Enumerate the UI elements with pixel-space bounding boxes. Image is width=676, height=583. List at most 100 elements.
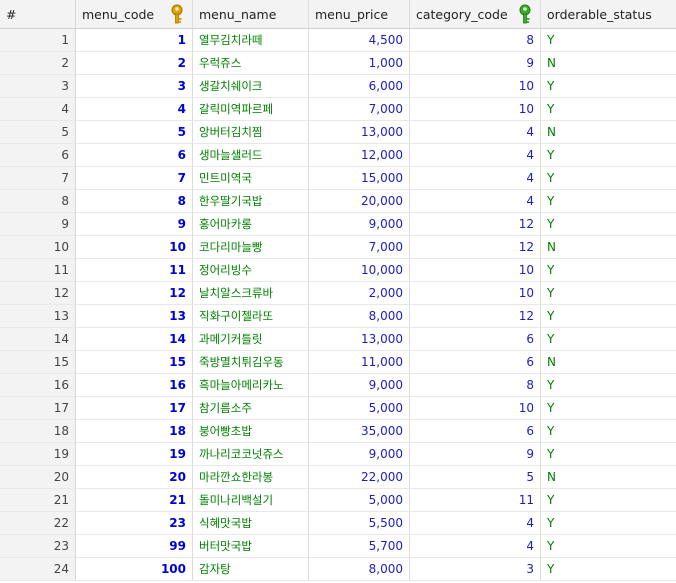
- orderable-status-cell[interactable]: N: [541, 351, 676, 374]
- menu-price-cell[interactable]: 22,000: [309, 466, 410, 489]
- row-number[interactable]: 2: [0, 52, 76, 75]
- category-code-cell[interactable]: 10: [410, 282, 541, 305]
- orderable-status-cell[interactable]: Y: [541, 144, 676, 167]
- menu-code-cell[interactable]: 100: [76, 558, 193, 581]
- menu-code-cell[interactable]: 14: [76, 328, 193, 351]
- menu-price-cell[interactable]: 5,000: [309, 397, 410, 420]
- table-row[interactable]: 11 11 정어리빙수 10,000 10 Y: [0, 259, 676, 282]
- row-number[interactable]: 5: [0, 121, 76, 144]
- row-number[interactable]: 11: [0, 259, 76, 282]
- row-number[interactable]: 21: [0, 489, 76, 512]
- menu-price-cell[interactable]: 12,000: [309, 144, 410, 167]
- orderable-status-cell[interactable]: Y: [541, 213, 676, 236]
- row-number[interactable]: 6: [0, 144, 76, 167]
- menu-price-cell[interactable]: 13,000: [309, 328, 410, 351]
- menu-name-cell[interactable]: 우럭쥬스: [193, 52, 309, 75]
- category-code-cell[interactable]: 8: [410, 29, 541, 52]
- menu-name-cell[interactable]: 흑마늘아메리카노: [193, 374, 309, 397]
- row-number[interactable]: 7: [0, 167, 76, 190]
- menu-name-cell[interactable]: 죽방멸치튀김우동: [193, 351, 309, 374]
- result-grid[interactable]: # menu_code menu_name menu_price categor…: [0, 0, 676, 583]
- category-code-cell[interactable]: 4: [410, 190, 541, 213]
- table-row[interactable]: 16 16 흑마늘아메리카노 9,000 8 Y: [0, 374, 676, 397]
- orderable-status-cell[interactable]: N: [541, 236, 676, 259]
- orderable-status-cell[interactable]: Y: [541, 29, 676, 52]
- category-code-cell[interactable]: 6: [410, 420, 541, 443]
- menu-code-cell[interactable]: 21: [76, 489, 193, 512]
- menu-price-cell[interactable]: 15,000: [309, 167, 410, 190]
- menu-name-cell[interactable]: 붕어빵초밥: [193, 420, 309, 443]
- row-number[interactable]: 20: [0, 466, 76, 489]
- header-category-code[interactable]: category_code: [410, 0, 541, 28]
- table-row[interactable]: 23 99 버터맛국밥 5,700 4 Y: [0, 535, 676, 558]
- category-code-cell[interactable]: 4: [410, 167, 541, 190]
- table-row[interactable]: 5 5 앙버터김치찜 13,000 4 N: [0, 121, 676, 144]
- row-number[interactable]: 23: [0, 535, 76, 558]
- row-number[interactable]: 1: [0, 29, 76, 52]
- orderable-status-cell[interactable]: N: [541, 466, 676, 489]
- row-number[interactable]: 14: [0, 328, 76, 351]
- orderable-status-cell[interactable]: Y: [541, 512, 676, 535]
- category-code-cell[interactable]: 12: [410, 213, 541, 236]
- menu-price-cell[interactable]: 11,000: [309, 351, 410, 374]
- category-code-cell[interactable]: 6: [410, 328, 541, 351]
- menu-code-cell[interactable]: 8: [76, 190, 193, 213]
- category-code-cell[interactable]: 10: [410, 98, 541, 121]
- menu-price-cell[interactable]: 5,700: [309, 535, 410, 558]
- row-number[interactable]: 24: [0, 558, 76, 581]
- table-row[interactable]: 6 6 생마늘샐러드 12,000 4 Y: [0, 144, 676, 167]
- menu-name-cell[interactable]: 감자탕: [193, 558, 309, 581]
- menu-price-cell[interactable]: 7,000: [309, 98, 410, 121]
- category-code-cell[interactable]: 8: [410, 374, 541, 397]
- menu-name-cell[interactable]: 날치알스크류바: [193, 282, 309, 305]
- orderable-status-cell[interactable]: N: [541, 52, 676, 75]
- menu-code-cell[interactable]: 5: [76, 121, 193, 144]
- orderable-status-cell[interactable]: Y: [541, 282, 676, 305]
- menu-name-cell[interactable]: 과메기커틀릿: [193, 328, 309, 351]
- menu-name-cell[interactable]: 민트미역국: [193, 167, 309, 190]
- menu-name-cell[interactable]: 돌미나리백설기: [193, 489, 309, 512]
- menu-price-cell[interactable]: 9,000: [309, 374, 410, 397]
- category-code-cell[interactable]: 12: [410, 305, 541, 328]
- header-menu-code[interactable]: menu_code: [76, 0, 193, 28]
- orderable-status-cell[interactable]: Y: [541, 190, 676, 213]
- category-code-cell[interactable]: 6: [410, 351, 541, 374]
- menu-code-cell[interactable]: 2: [76, 52, 193, 75]
- table-row[interactable]: 1 1 열무김치라떼 4,500 8 Y: [0, 29, 676, 52]
- orderable-status-cell[interactable]: Y: [541, 328, 676, 351]
- category-code-cell[interactable]: 12: [410, 236, 541, 259]
- menu-code-cell[interactable]: 7: [76, 167, 193, 190]
- menu-code-cell[interactable]: 6: [76, 144, 193, 167]
- row-number[interactable]: 10: [0, 236, 76, 259]
- menu-name-cell[interactable]: 버터맛국밥: [193, 535, 309, 558]
- menu-name-cell[interactable]: 앙버터김치찜: [193, 121, 309, 144]
- menu-code-cell[interactable]: 16: [76, 374, 193, 397]
- menu-name-cell[interactable]: 직화구이젤라또: [193, 305, 309, 328]
- orderable-status-cell[interactable]: Y: [541, 443, 676, 466]
- menu-code-cell[interactable]: 18: [76, 420, 193, 443]
- menu-name-cell[interactable]: 참기름소주: [193, 397, 309, 420]
- menu-price-cell[interactable]: 5,500: [309, 512, 410, 535]
- row-number[interactable]: 12: [0, 282, 76, 305]
- table-row[interactable]: 24 100 감자탕 8,000 3 Y: [0, 558, 676, 581]
- row-number[interactable]: 17: [0, 397, 76, 420]
- table-row[interactable]: 20 20 마라깐쇼한라봉 22,000 5 N: [0, 466, 676, 489]
- menu-code-cell[interactable]: 11: [76, 259, 193, 282]
- menu-code-cell[interactable]: 20: [76, 466, 193, 489]
- orderable-status-cell[interactable]: Y: [541, 489, 676, 512]
- row-number[interactable]: 8: [0, 190, 76, 213]
- menu-code-cell[interactable]: 23: [76, 512, 193, 535]
- row-number[interactable]: 22: [0, 512, 76, 535]
- orderable-status-cell[interactable]: Y: [541, 167, 676, 190]
- header-orderable-status[interactable]: orderable_status: [541, 0, 676, 28]
- orderable-status-cell[interactable]: Y: [541, 75, 676, 98]
- menu-name-cell[interactable]: 생마늘샐러드: [193, 144, 309, 167]
- table-row[interactable]: 12 12 날치알스크류바 2,000 10 Y: [0, 282, 676, 305]
- table-row[interactable]: 14 14 과메기커틀릿 13,000 6 Y: [0, 328, 676, 351]
- menu-price-cell[interactable]: 13,000: [309, 121, 410, 144]
- category-code-cell[interactable]: 4: [410, 144, 541, 167]
- menu-price-cell[interactable]: 9,000: [309, 443, 410, 466]
- category-code-cell[interactable]: 4: [410, 121, 541, 144]
- menu-code-cell[interactable]: 1: [76, 29, 193, 52]
- orderable-status-cell[interactable]: Y: [541, 98, 676, 121]
